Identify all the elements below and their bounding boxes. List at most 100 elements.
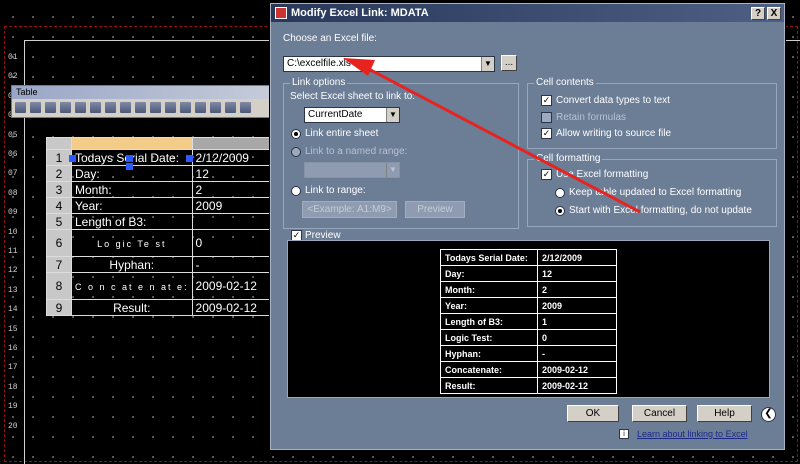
- table-row[interactable]: 5 Length of B3:: [46, 213, 281, 230]
- insert-row-above-icon[interactable]: [15, 102, 26, 113]
- help-button[interactable]: Help: [697, 405, 752, 422]
- row-header-cell[interactable]: 7: [46, 256, 72, 273]
- value-cell[interactable]: 2009-02-12: [191, 272, 281, 300]
- insert-block-icon[interactable]: [195, 102, 206, 113]
- table-row[interactable]: 2 Day: 12: [46, 165, 281, 182]
- data-format-icon[interactable]: [180, 102, 191, 113]
- chevron-down-icon[interactable]: ▼: [481, 57, 494, 71]
- table-row: Result: 2009-02-12: [440, 377, 617, 394]
- column-header-cell[interactable]: [191, 137, 281, 150]
- named-range-radio[interactable]: [291, 147, 301, 157]
- value-cell[interactable]: 2009: [191, 197, 281, 214]
- grip-handle[interactable]: [186, 155, 193, 162]
- formula-icon[interactable]: [225, 102, 236, 113]
- insert-column-left-icon[interactable]: [60, 102, 71, 113]
- value-cell[interactable]: 12: [191, 165, 281, 182]
- label-cell[interactable]: Result:: [71, 299, 193, 316]
- cell-text: 4: [55, 198, 63, 213]
- unmerge-cells-icon[interactable]: [120, 102, 131, 113]
- value-cell[interactable]: 2: [191, 181, 281, 198]
- excel-file-combo[interactable]: C:\excelfile.xls ▼: [283, 56, 495, 72]
- insert-column-right-icon[interactable]: [75, 102, 86, 113]
- row-number: 16: [8, 344, 18, 353]
- help-titlebar-button[interactable]: ?: [751, 6, 765, 20]
- table-row[interactable]: 4 Year: 2009: [46, 197, 281, 214]
- allow-writing-checkbox[interactable]: ✓: [541, 128, 552, 139]
- column-header-cell[interactable]: [71, 137, 193, 150]
- insert-field-icon[interactable]: [210, 102, 221, 113]
- alignment-icon[interactable]: [150, 102, 161, 113]
- info-icon: i: [619, 429, 629, 439]
- label-cell[interactable]: Length of B3:: [71, 213, 193, 230]
- locking-icon[interactable]: [165, 102, 176, 113]
- delete-row-icon[interactable]: [45, 102, 56, 113]
- table-row[interactable]: 8 C o n c at e n at e: 2009-02-12: [46, 272, 281, 300]
- value-cell[interactable]: [191, 213, 281, 230]
- merge-cells-icon[interactable]: [105, 102, 116, 113]
- preview-cell: 2: [537, 281, 617, 298]
- row-header-cell[interactable]: 9: [46, 299, 72, 316]
- cell-text: -: [195, 257, 200, 272]
- preview-cell: Hyphan:: [440, 345, 538, 362]
- label-cell[interactable]: Month:: [71, 181, 193, 198]
- row-header-cell[interactable]: 6: [46, 229, 72, 257]
- range-input[interactable]: <Example: A1:M9>: [302, 201, 397, 218]
- cell-text: 12: [195, 166, 209, 181]
- link-to-range-radio[interactable]: [291, 186, 301, 196]
- row-header-cell[interactable]: 5: [46, 213, 72, 230]
- chevron-down-icon[interactable]: ▼: [386, 108, 399, 122]
- browse-button[interactable]: ...: [501, 55, 517, 71]
- cell-borders-icon[interactable]: [135, 102, 146, 113]
- preview-cell: 0: [537, 329, 617, 346]
- table-row[interactable]: 6 Lo gic Te st 0: [46, 229, 281, 257]
- retain-formulas-checkbox[interactable]: [541, 112, 552, 123]
- preview-cell: 2/12/2009: [537, 249, 617, 266]
- convert-checkbox[interactable]: ✓: [541, 95, 552, 106]
- preview-range-button[interactable]: Preview: [405, 201, 465, 218]
- row-header-cell[interactable]: 4: [46, 197, 72, 214]
- collapse-chevron-icon[interactable]: ❮: [761, 407, 776, 422]
- chevron-down-icon[interactable]: ▼: [386, 163, 399, 177]
- value-cell[interactable]: -: [191, 256, 281, 273]
- cell-text: 2009-02-12: [195, 279, 257, 293]
- row-header-cell[interactable]: 1: [46, 149, 72, 166]
- use-excel-formatting-checkbox[interactable]: ✓: [541, 169, 552, 180]
- row-header-cell[interactable]: 3: [46, 181, 72, 198]
- row-header-cell[interactable]: 8: [46, 272, 72, 300]
- label-cell[interactable]: Lo gic Te st: [71, 229, 193, 257]
- keep-updated-radio[interactable]: [555, 188, 565, 198]
- preview-cell: Year:: [440, 297, 538, 314]
- dialog-titlebar[interactable]: Modify Excel Link: MDATA ? X: [271, 4, 784, 22]
- cancel-button[interactable]: Cancel: [632, 405, 687, 422]
- grip-handle[interactable]: [126, 155, 133, 162]
- table-row[interactable]: 3 Month: 2: [46, 181, 281, 198]
- grip-handle[interactable]: [69, 155, 76, 162]
- start-with-excel-radio[interactable]: [555, 206, 565, 216]
- sheet-select[interactable]: CurrentDate ▼: [304, 107, 400, 123]
- value-cell[interactable]: 2/12/2009: [191, 149, 281, 166]
- table-row[interactable]: 9 Result: 2009-02-12: [46, 299, 281, 316]
- learn-about-excel-link[interactable]: Learn about linking to Excel: [637, 429, 748, 439]
- row-number: 09: [8, 208, 18, 218]
- value-cell[interactable]: 2009-02-12: [191, 299, 281, 316]
- label-cell[interactable]: Year:: [71, 197, 193, 214]
- delete-column-icon[interactable]: [90, 102, 101, 113]
- value-cell[interactable]: 0: [191, 229, 281, 257]
- close-button[interactable]: X: [767, 6, 781, 20]
- match-cell-icon[interactable]: [240, 102, 251, 113]
- grip-handle[interactable]: [126, 163, 133, 170]
- ok-button[interactable]: OK: [567, 405, 619, 422]
- link-entire-sheet-radio[interactable]: [291, 129, 301, 139]
- table-row[interactable]: 7 Hyphan: -: [46, 256, 281, 273]
- column-header-cell[interactable]: [46, 137, 72, 150]
- row-number: 17: [8, 363, 18, 373]
- table-row[interactable]: 1Todays Serial Date:2/12/2009: [46, 149, 281, 166]
- named-range-select[interactable]: ▼: [304, 162, 400, 178]
- cad-table[interactable]: 1Todays Serial Date:2/12/20092Day:123Mon…: [46, 137, 281, 316]
- label-cell[interactable]: Hyphan:: [71, 256, 193, 273]
- row-number: 08: [8, 188, 18, 198]
- cell-text: 0: [195, 236, 203, 250]
- insert-row-below-icon[interactable]: [30, 102, 41, 113]
- row-header-cell[interactable]: 2: [46, 165, 72, 182]
- label-cell[interactable]: C o n c at e n at e:: [71, 272, 193, 300]
